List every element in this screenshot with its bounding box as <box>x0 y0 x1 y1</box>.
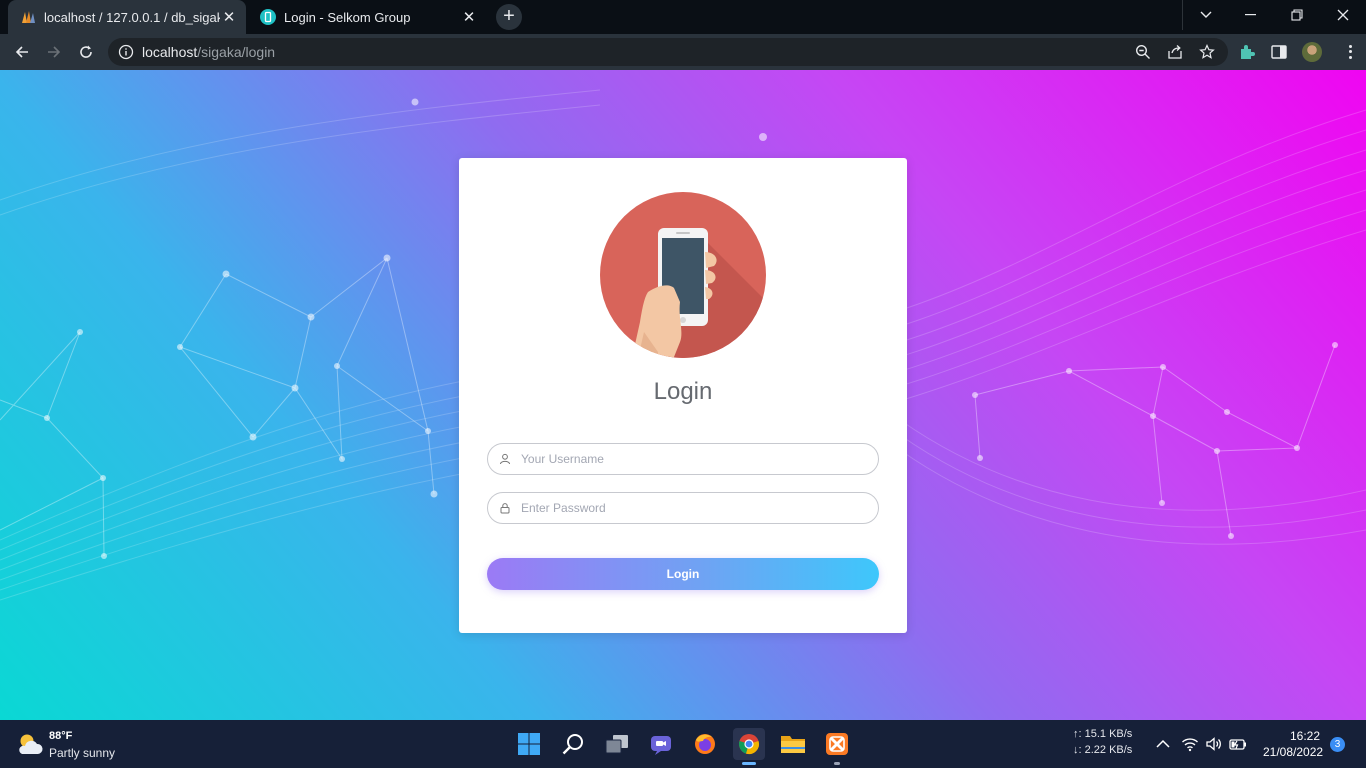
meet-icon[interactable] <box>645 728 677 760</box>
site-favicon <box>260 9 276 25</box>
close-window-icon[interactable] <box>1320 0 1366 30</box>
address-bar[interactable]: localhost/sigaka/login <box>108 38 1228 66</box>
close-tab-icon[interactable]: ✕ <box>220 8 238 26</box>
browser-toolbar: localhost/sigaka/login <box>0 34 1366 70</box>
phone-in-hand-logo <box>600 192 766 358</box>
profile-avatar[interactable] <box>1302 42 1322 62</box>
tab-title: localhost / 127.0.0.1 / db_sigaka | <box>44 9 220 25</box>
taskbar: 88°F Partly sunny ↑: 15.1 KB/s ↓: 2.22 K… <box>0 720 1366 768</box>
search-icon[interactable] <box>557 728 589 760</box>
network-download: ↓: 2.22 KB/s <box>1073 744 1133 756</box>
battery-charging-icon[interactable] <box>1229 735 1247 753</box>
tab-search-icon[interactable] <box>1182 0 1228 30</box>
browser-menu-icon[interactable] <box>1340 42 1360 62</box>
xampp-icon[interactable] <box>821 728 853 760</box>
site-info-icon[interactable] <box>118 44 134 60</box>
phpmyadmin-icon <box>22 11 35 23</box>
share-icon[interactable] <box>1167 44 1183 60</box>
file-explorer-icon[interactable] <box>777 728 809 760</box>
close-tab-icon[interactable]: ✕ <box>460 8 478 26</box>
weather-description: Partly sunny <box>49 746 116 760</box>
restore-icon[interactable] <box>1274 0 1320 30</box>
login-page: Login Login <box>0 70 1366 720</box>
task-view-icon[interactable] <box>601 728 633 760</box>
clock-date[interactable]: 21/08/2022 <box>1263 745 1323 759</box>
clock-time[interactable]: 16:22 <box>1290 729 1320 743</box>
lock-icon <box>500 503 510 514</box>
weather-temperature: 88°F <box>49 730 73 742</box>
tab-phpmyadmin[interactable]: localhost / 127.0.0.1 / db_sigaka | ✕ <box>8 0 246 34</box>
network-upload: ↑: 15.1 KB/s <box>1073 728 1133 740</box>
firefox-icon[interactable] <box>689 728 721 760</box>
weather-sun-cloud-icon[interactable] <box>16 731 44 757</box>
url-text: localhost/sigaka/login <box>142 44 276 60</box>
login-heading: Login <box>653 378 713 405</box>
tab-login[interactable]: Login - Selkom Group ✕ <box>248 0 486 34</box>
windows-start-icon[interactable] <box>513 728 545 760</box>
volume-icon[interactable] <box>1205 735 1223 753</box>
username-input[interactable] <box>521 452 861 466</box>
notification-badge[interactable]: 3 <box>1330 737 1345 752</box>
forward-icon[interactable] <box>42 40 66 64</box>
side-panel-icon[interactable] <box>1270 43 1288 61</box>
minimize-icon[interactable] <box>1228 0 1274 30</box>
back-icon[interactable] <box>10 40 34 64</box>
password-input[interactable] <box>521 501 861 515</box>
password-field[interactable] <box>487 492 879 524</box>
tab-title: Login - Selkom Group <box>284 9 411 25</box>
chrome-icon[interactable] <box>733 728 765 760</box>
wifi-icon[interactable] <box>1181 735 1199 753</box>
reload-icon[interactable] <box>74 40 98 64</box>
chevron-up-icon[interactable] <box>1154 735 1172 753</box>
chrome-running-indicator <box>742 762 756 765</box>
bookmark-star-icon[interactable] <box>1199 44 1215 60</box>
user-icon <box>500 453 510 465</box>
login-card: Login Login <box>459 158 907 633</box>
new-tab-button[interactable]: + <box>496 4 522 30</box>
extensions-icon[interactable] <box>1238 43 1256 61</box>
login-button[interactable]: Login <box>487 558 879 590</box>
tab-strip: localhost / 127.0.0.1 / db_sigaka | ✕ Lo… <box>0 0 1366 34</box>
username-field[interactable] <box>487 443 879 475</box>
xampp-running-indicator <box>834 762 840 765</box>
zoom-icon[interactable] <box>1135 44 1151 60</box>
